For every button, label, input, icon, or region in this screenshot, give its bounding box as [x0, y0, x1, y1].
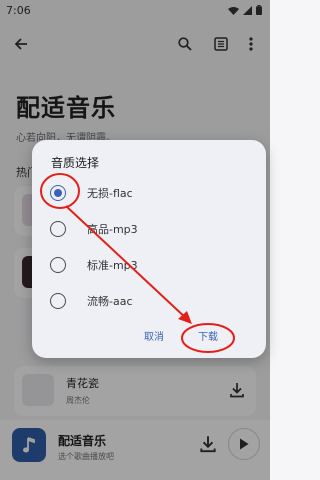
option-high-mp3[interactable]: 高品-mp3	[46, 216, 246, 242]
option-standard-mp3[interactable]: 标准-mp3	[46, 252, 246, 278]
status-bar: 7:06	[0, 0, 270, 20]
radio-button[interactable]	[50, 221, 66, 237]
radio-button[interactable]	[50, 293, 66, 309]
wifi-icon	[228, 6, 239, 15]
option-label: 流畅-aac	[87, 295, 133, 308]
option-flac[interactable]: 无损-flac	[46, 180, 246, 206]
option-label: 无损-flac	[87, 187, 133, 200]
status-icons	[228, 5, 262, 15]
cancel-button[interactable]: 取消	[144, 328, 164, 343]
option-label: 标准-mp3	[87, 259, 138, 272]
battery-icon	[256, 5, 262, 15]
option-aac[interactable]: 流畅-aac	[46, 288, 246, 314]
radio-button[interactable]	[50, 185, 66, 201]
dialog-title: 音质选择	[51, 156, 100, 170]
option-label: 高品-mp3	[87, 223, 138, 236]
download-button[interactable]: 下载	[198, 328, 218, 343]
signal-icon	[243, 5, 252, 15]
quality-dialog: 音质选择 无损-flac 高品-mp3 标准-mp3 流畅-aac 取消 下载	[32, 140, 266, 358]
status-time: 7:06	[6, 3, 31, 17]
radio-button[interactable]	[50, 257, 66, 273]
